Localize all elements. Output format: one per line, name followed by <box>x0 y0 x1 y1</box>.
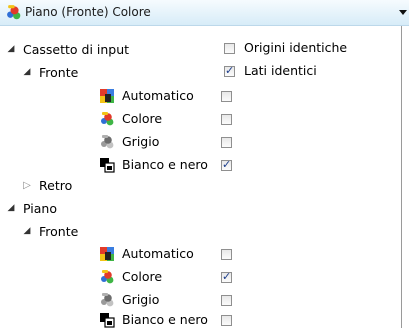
sides-identical-checkbox[interactable] <box>224 64 235 77</box>
collapsed-arrow-icon[interactable]: ▷ <box>22 180 32 191</box>
tree-view: ◢ Cassetto di input Origini identiche ◢ … <box>0 26 402 328</box>
black-white-mode-icon <box>99 157 115 173</box>
tree-node-input-tray[interactable]: ◢ Cassetto di input <box>6 38 130 60</box>
tree-node-label: Fronte <box>39 64 79 80</box>
origins-identical-checkbox[interactable] <box>224 43 235 54</box>
mode-label-black-white: Bianco e nero <box>122 312 208 327</box>
sides-identical-label: Lati identici <box>244 63 317 78</box>
tree-node-label: Retro <box>39 177 73 193</box>
tree-node-label: Cassetto di input <box>23 41 130 57</box>
tree-node-label: Fronte <box>39 223 79 239</box>
tree-node-input-back[interactable]: ▷ Retro <box>22 174 72 196</box>
mode-label-automatic: Automatico <box>122 88 194 103</box>
mode-label-gray: Grigio <box>122 292 160 307</box>
expand-arrow-icon[interactable]: ◢ <box>22 67 32 77</box>
mode-label-gray: Grigio <box>122 134 160 149</box>
mode-label-black-white: Bianco e nero <box>122 157 208 172</box>
tree-node-label: Piano <box>23 200 57 216</box>
dropdown-arrow-icon[interactable] <box>399 10 407 15</box>
expand-arrow-icon[interactable]: ◢ <box>6 44 16 54</box>
automatic-mode-icon <box>99 246 115 262</box>
mode-checkbox-gray[interactable] <box>221 137 232 148</box>
mode-checkbox-automatic[interactable] <box>221 91 232 102</box>
automatic-mode-icon <box>99 88 115 104</box>
page-title: Piano (Fronte) Colore <box>25 5 151 19</box>
mode-checkbox-automatic[interactable] <box>221 249 232 260</box>
origins-identical-label: Origini identiche <box>244 40 348 55</box>
tree-node-flatbed-front[interactable]: ◢ Fronte <box>22 220 79 242</box>
mode-checkbox-black-white[interactable] <box>221 315 232 326</box>
expand-arrow-icon[interactable]: ◢ <box>22 226 32 236</box>
color-mode-icon <box>5 4 22 21</box>
color-mode-icon <box>99 269 115 285</box>
expand-arrow-icon[interactable]: ◢ <box>6 203 16 213</box>
mode-checkbox-color[interactable] <box>221 114 232 125</box>
mode-checkbox-gray[interactable] <box>221 295 232 306</box>
black-white-mode-icon <box>99 312 115 328</box>
gray-mode-icon <box>99 134 115 150</box>
mode-label-color: Colore <box>122 111 163 126</box>
mode-checkbox-color[interactable] <box>221 270 232 283</box>
tree-node-input-front[interactable]: ◢ Fronte <box>22 61 79 83</box>
title-bar[interactable]: Piano (Fronte) Colore <box>0 0 409 26</box>
mode-label-automatic: Automatico <box>122 246 194 261</box>
color-mode-icon <box>99 111 115 127</box>
mode-checkbox-black-white[interactable] <box>221 158 232 171</box>
gray-mode-icon <box>99 292 115 308</box>
tree-node-flatbed[interactable]: ◢ Piano <box>6 197 57 219</box>
mode-label-color: Colore <box>122 269 163 284</box>
